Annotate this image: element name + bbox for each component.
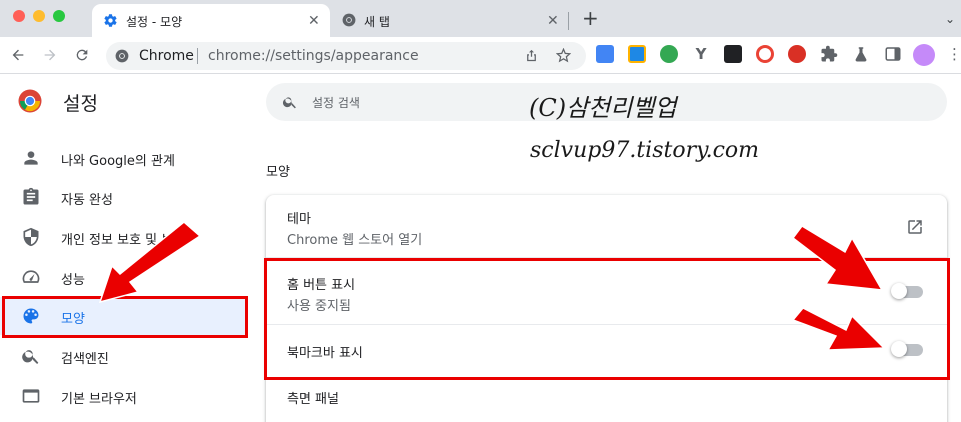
watermark-line2: sclvup97.tistory.com xyxy=(530,138,760,163)
annotation-arrow-bookmarks-toggle xyxy=(791,307,886,351)
annotation-arrows xyxy=(98,221,886,351)
watermark-line1: (C)삼천리벨업 xyxy=(529,94,677,122)
annotation-arrow-home-toggle xyxy=(791,225,884,291)
annotation-arrow-sidebar xyxy=(98,221,202,304)
